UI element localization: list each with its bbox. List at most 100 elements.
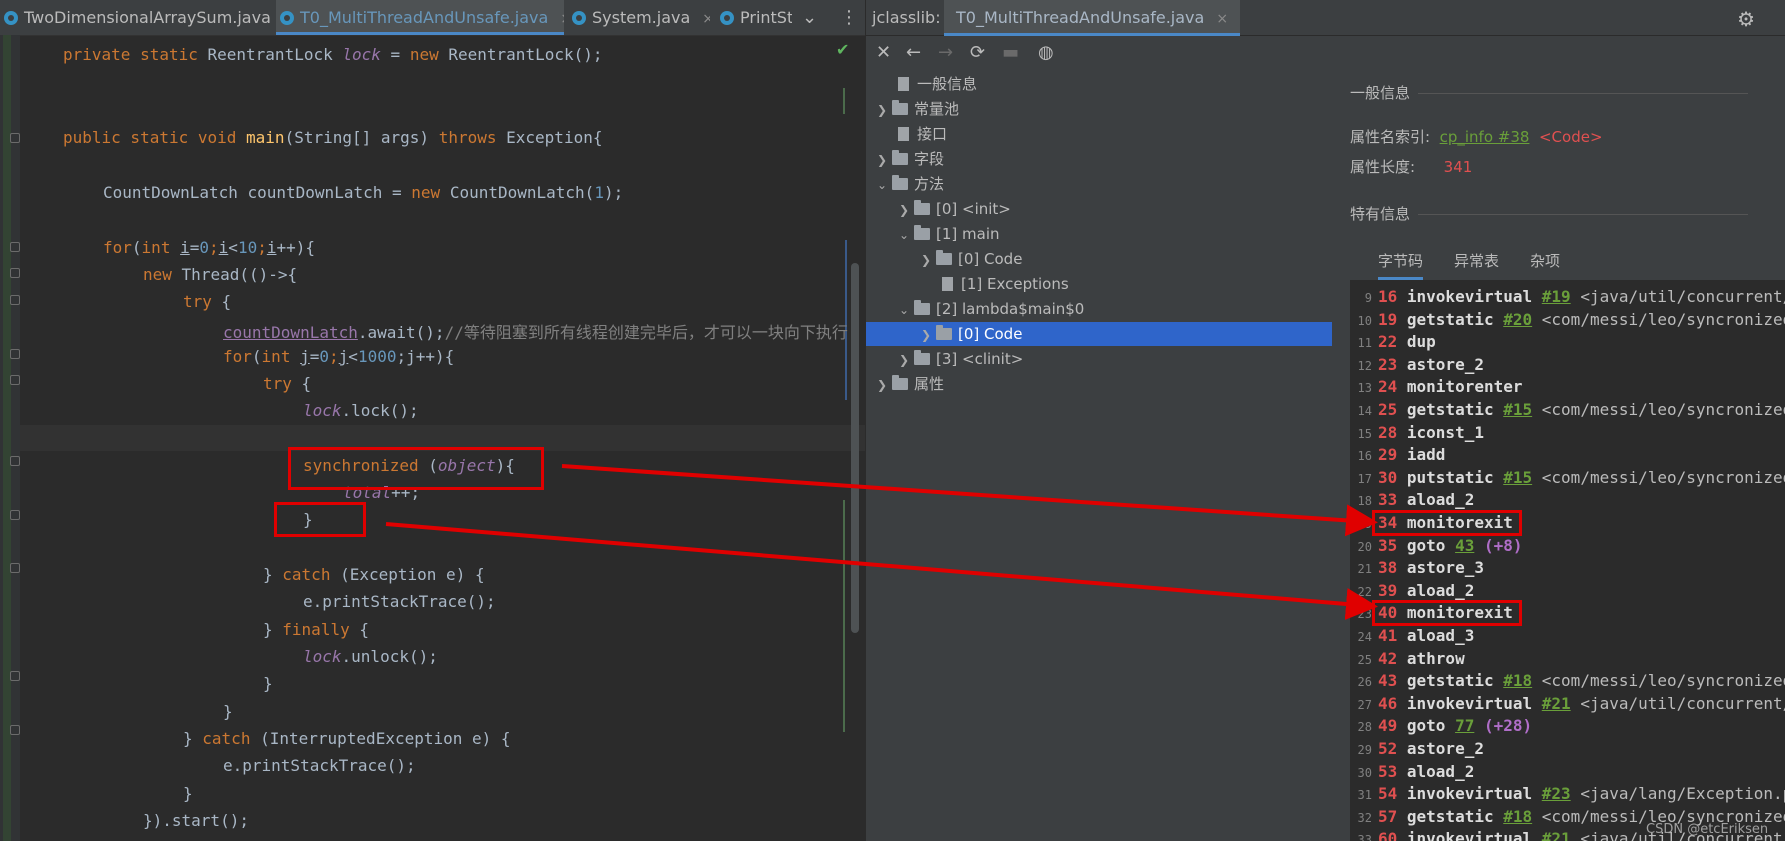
constant-pool-link[interactable]: #15 [1503,400,1532,419]
bytecode-offset: 23 [1378,354,1398,374]
jclasslib-file-tab[interactable]: T0_MultiThreadAndUnsafe.java × [944,0,1241,36]
bytecode-line: 13 24 monitorenter [1350,376,1523,398]
line-number: 13 [1357,381,1372,396]
close-icon[interactable]: × [702,11,710,27]
save-icon[interactable]: ▬ [1002,42,1019,63]
tree-item-main-exceptions[interactable]: [1] Exceptions [938,272,1069,296]
fold-icon[interactable] [10,268,20,278]
close-icon[interactable]: × [1216,11,1228,27]
tree-item-lambda[interactable]: ⌄ [2] lambda$main$0 [896,297,1084,321]
bytecode-line: 28 49 goto 77 (+28) [1350,715,1533,737]
constant-pool-link[interactable]: #18 [1503,807,1532,826]
code-line: lock.unlock(); [303,647,438,666]
tree-item-init[interactable]: ❯ [0] <init> [896,197,1011,221]
chevron-right-icon: ❯ [920,328,932,342]
java-class-icon [4,11,18,25]
tab-t0-multithread-and-unsafe[interactable]: T0_MultiThreadAndUnsafe.java× [276,0,564,35]
attribute-length: 属性长度: 341 [1350,158,1473,176]
code-line: } [183,784,193,803]
line-number: 22 [1357,584,1372,599]
tab-bytecode[interactable]: 字节码 [1378,250,1424,280]
tree-item-general-info[interactable]: 一般信息 [894,72,977,96]
constant-pool-link[interactable]: 77 [1455,716,1474,735]
bytecode-instruction: astore_3 [1397,558,1484,578]
tree-item-lambda-code[interactable]: ❯ [0] Code [918,322,1022,346]
more-icon[interactable]: ⋮ [840,0,858,35]
folder-icon [892,375,908,390]
tab-misc[interactable]: 杂项 [1530,250,1560,271]
bytecode-instruction: getstatic [1397,309,1494,329]
line-number: 16 [1357,449,1372,464]
line-number: 9 [1364,291,1372,305]
fold-icon[interactable] [10,133,20,143]
constant-pool-link[interactable]: #20 [1503,310,1532,329]
bytecode-instruction: getstatic [1397,806,1494,826]
change-stripe [3,35,11,841]
tree-item-attributes[interactable]: ❯ 属性 [874,372,944,396]
line-number: 19 [1357,517,1372,531]
gear-icon[interactable]: ⚙ [1737,7,1755,31]
bytecode-line: 18 33 aload_2 [1350,489,1475,511]
web-icon[interactable]: ◍ [1038,42,1054,63]
constant-pool-link[interactable]: #21 [1542,694,1571,713]
fold-icon[interactable] [10,295,20,305]
constant-pool-link[interactable]: #21 [1542,829,1571,841]
constant-pool-link[interactable]: #19 [1542,287,1571,306]
bytecode-instruction: athrow [1397,648,1465,668]
editor-scrollbar[interactable] [851,263,859,633]
constant-pool-link[interactable]: #18 [1503,671,1532,690]
watermark: CSDN @etcEriksen [1646,822,1769,837]
fold-icon[interactable] [10,456,20,466]
fold-icon[interactable] [10,725,20,735]
close-icon[interactable]: ✕ [876,42,891,63]
tree-item-fields[interactable]: ❯ 字段 [874,147,944,171]
tree-item-methods[interactable]: ⌄ 方法 [874,172,944,196]
bytecode-instruction: invokevirtual [1397,829,1533,841]
code-line: } [223,702,233,721]
bytecode-offset: 19 [1378,309,1398,329]
chevron-down-icon[interactable]: ⌄ [802,0,822,35]
bytecode-instruction: aload_2 [1397,761,1475,781]
tab-exception-table[interactable]: 异常表 [1454,250,1499,271]
jclasslib-panel: jclasslib: T0_MultiThreadAndUnsafe.java ×… [866,0,1785,841]
bytecode-offset: 41 [1378,626,1398,645]
code-editor[interactable]: TwoDimensionalArraySum.java× T0_MultiThr… [0,0,865,841]
bytecode-listing[interactable]: 9 16 invokevirtual #19 <java/util/concurr… [1350,280,1785,841]
back-arrow-icon[interactable]: ← [906,42,921,63]
tree-item-main-code[interactable]: ❯ [0] Code [918,247,1022,271]
tab-system[interactable]: System.java × [568,0,710,35]
bytecode-line: 15 28 iconst_1 [1350,422,1484,444]
code-line: lock.lock(); [303,401,419,420]
tree-item-constant-pool[interactable]: ❯ 常量池 [874,97,959,121]
tree-item-main[interactable]: ⌄ [1] main [896,222,1000,246]
bytecode-instruction: putstatic [1397,467,1494,487]
fold-icon[interactable] [10,349,20,359]
fold-icon[interactable] [10,510,20,520]
tree-item-clinit[interactable]: ❯ [3] <clinit> [896,347,1023,371]
java-class-icon [280,11,294,25]
code-line: countDownLatch.await();//等待阻塞到所有线程创建完毕后，… [223,323,848,342]
folder-icon [914,200,930,215]
refresh-icon[interactable]: ⟳ [970,42,985,63]
tree-item-interfaces[interactable]: 接口 [894,122,947,146]
constant-pool-link[interactable]: #15 [1503,468,1532,487]
cp-info-link[interactable]: cp_info #38 [1440,128,1530,146]
constant-pool-link[interactable]: #23 [1542,784,1571,803]
line-number: 25 [1357,652,1372,667]
line-number: 29 [1357,743,1372,757]
forward-arrow-icon[interactable]: → [938,42,953,63]
bytecode-instruction: getstatic [1397,671,1494,691]
fold-icon[interactable] [10,671,20,681]
bytecode-line: 29 52 astore_2 [1350,738,1484,760]
constant-pool-link[interactable]: 43 [1455,536,1474,555]
fold-icon[interactable] [10,375,20,385]
fold-icon[interactable] [10,242,20,252]
fold-icon[interactable] [10,563,20,573]
close-icon[interactable]: × [560,11,564,27]
tab-two-dimensional-array-sum[interactable]: TwoDimensionalArraySum.java× [0,0,272,35]
code-line: } [263,674,273,693]
tab-printstream[interactable]: PrintSt [716,0,792,35]
line-number: 17 [1357,471,1372,486]
folder-icon [936,250,952,265]
bytecode-descriptor: <com/messi/leo/syncronized [1541,671,1785,691]
